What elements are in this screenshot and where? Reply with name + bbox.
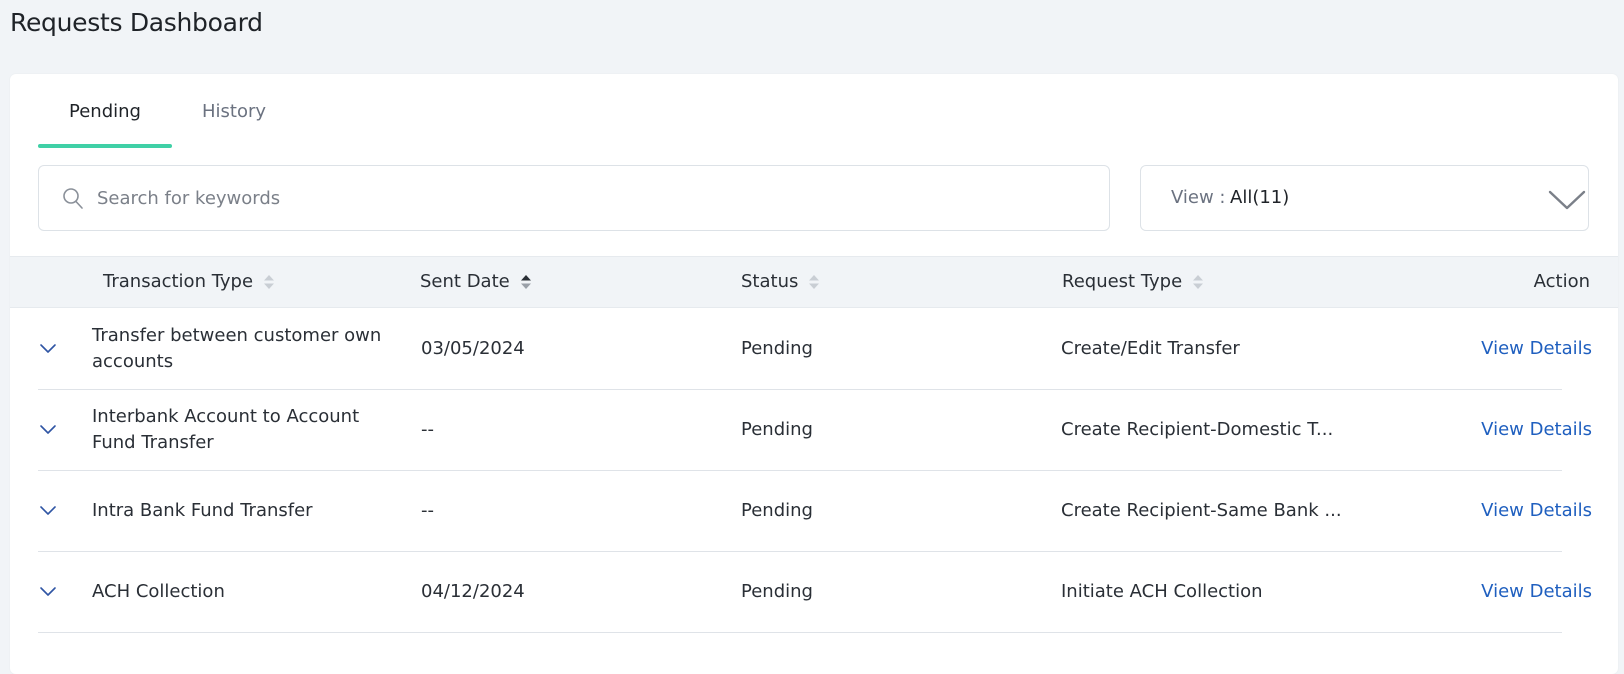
column-header-label: Status bbox=[741, 271, 799, 292]
page-title: Requests Dashboard bbox=[10, 8, 263, 37]
view-filter-value: All(11) bbox=[1230, 187, 1290, 208]
sent-date-cell: -- bbox=[421, 419, 434, 440]
column-header-sent-date[interactable]: Sent Date bbox=[420, 271, 532, 292]
search-input[interactable] bbox=[97, 182, 1077, 214]
status-cell: Pending bbox=[741, 581, 813, 602]
tab-history-label: History bbox=[201, 100, 267, 122]
search-box bbox=[38, 165, 1110, 231]
view-filter-label: View : bbox=[1171, 187, 1226, 208]
tab-pending-label: Pending bbox=[69, 100, 141, 122]
search-icon bbox=[63, 188, 83, 209]
table-header: Transaction Type Sent Date Status Reques… bbox=[10, 256, 1618, 308]
transaction-type-cell: ACH Collection bbox=[92, 581, 225, 602]
chevron-down-icon[interactable] bbox=[38, 501, 58, 521]
transaction-type-cell: Interbank Account to Account Fund Transf… bbox=[92, 406, 360, 453]
request-type-cell: Create/Edit Transfer bbox=[1061, 338, 1240, 359]
sent-date-cell: 03/05/2024 bbox=[421, 338, 525, 359]
chevron-down-icon[interactable] bbox=[38, 420, 58, 440]
column-header-label: Action bbox=[1533, 271, 1590, 292]
sort-icon bbox=[520, 274, 531, 289]
table-row: Intra Bank Fund Transfer -- Pending Crea… bbox=[10, 471, 1618, 552]
view-details-link[interactable]: View Details bbox=[1481, 498, 1592, 524]
transaction-type-cell: Transfer between customer own accounts bbox=[92, 325, 382, 372]
tab-history[interactable]: History bbox=[172, 74, 296, 148]
chevron-down-icon bbox=[1548, 190, 1586, 210]
request-type-cell: Create Recipient-Same Bank ... bbox=[1061, 500, 1342, 521]
sort-icon bbox=[1193, 274, 1204, 289]
chevron-down-icon[interactable] bbox=[38, 582, 58, 602]
column-header-label: Sent Date bbox=[420, 271, 510, 292]
view-filter-dropdown[interactable]: View : All(11) bbox=[1140, 165, 1589, 231]
sent-date-cell: -- bbox=[421, 500, 434, 521]
request-type-cell: Initiate ACH Collection bbox=[1061, 581, 1263, 602]
status-cell: Pending bbox=[741, 500, 813, 521]
active-tab-indicator bbox=[38, 144, 172, 148]
request-type-cell: Create Recipient-Domestic T... bbox=[1061, 419, 1334, 440]
column-header-transaction-type[interactable]: Transaction Type bbox=[103, 271, 275, 292]
tab-pending[interactable]: Pending bbox=[38, 74, 172, 148]
sent-date-cell: 04/12/2024 bbox=[421, 581, 525, 602]
row-divider bbox=[38, 632, 1562, 633]
column-header-request-type[interactable]: Request Type bbox=[1062, 271, 1204, 292]
tab-bar: Pending History bbox=[38, 74, 296, 148]
table-row: Interbank Account to Account Fund Transf… bbox=[10, 390, 1618, 471]
view-details-link[interactable]: View Details bbox=[1481, 336, 1592, 362]
column-header-action: Action bbox=[1534, 271, 1590, 292]
view-details-link[interactable]: View Details bbox=[1481, 417, 1592, 443]
table-row: ACH Collection 04/12/2024 Pending Initia… bbox=[10, 552, 1618, 633]
status-cell: Pending bbox=[741, 419, 813, 440]
sort-icon bbox=[264, 274, 275, 289]
column-header-label: Transaction Type bbox=[103, 271, 254, 292]
transaction-type-cell: Intra Bank Fund Transfer bbox=[92, 500, 313, 521]
view-details-link[interactable]: View Details bbox=[1481, 579, 1592, 605]
table-row: Transfer between customer own accounts 0… bbox=[10, 309, 1618, 390]
status-cell: Pending bbox=[741, 338, 813, 359]
requests-card: Pending History View : All(11) Transacti… bbox=[10, 74, 1618, 674]
column-header-status[interactable]: Status bbox=[741, 271, 820, 292]
column-header-label: Request Type bbox=[1062, 271, 1183, 292]
sort-icon bbox=[809, 274, 820, 289]
chevron-down-icon[interactable] bbox=[38, 339, 58, 359]
